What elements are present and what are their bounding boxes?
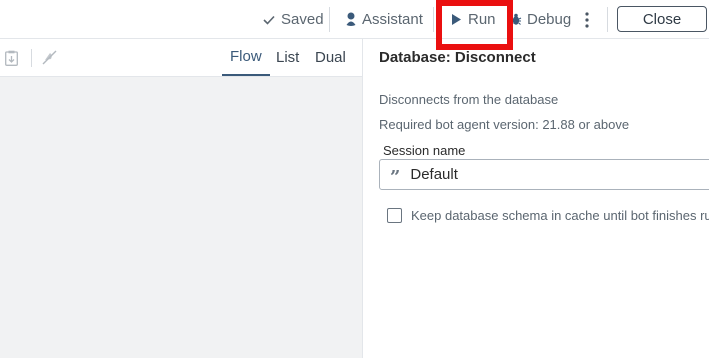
- disabled-feature-icon[interactable]: [42, 50, 57, 70]
- tab-dual[interactable]: Dual: [315, 39, 346, 76]
- tab-flow[interactable]: Flow: [222, 39, 270, 76]
- panel-title: Database: Disconnect: [379, 49, 536, 66]
- session-name-field[interactable]: ” Default: [379, 159, 709, 190]
- canvas-toolbar: Flow List Dual: [0, 39, 362, 77]
- bug-icon: [510, 13, 522, 26]
- cache-schema-option[interactable]: Keep database schema in cache until bot …: [387, 208, 709, 223]
- close-button[interactable]: Close: [617, 6, 707, 32]
- saved-status: Saved: [263, 0, 324, 39]
- canvas-toolbar-divider: [31, 49, 32, 67]
- check-icon: [263, 15, 275, 25]
- more-options-button[interactable]: [581, 0, 593, 39]
- assistant-label: Assistant: [362, 11, 423, 28]
- run-label: Run: [468, 11, 496, 28]
- session-name-label: Session name: [383, 143, 466, 158]
- debug-button[interactable]: Debug: [510, 0, 571, 39]
- cache-schema-label: Keep database schema in cache until bot …: [411, 208, 709, 223]
- top-toolbar: Saved Assistant Run Debug Close: [0, 0, 709, 39]
- session-name-value: Default: [410, 166, 458, 183]
- assistant-icon: [346, 12, 356, 28]
- toolbar-divider: [607, 7, 608, 32]
- play-icon: [452, 14, 461, 25]
- quote-icon: ”: [390, 166, 401, 188]
- toolbar-divider: [329, 7, 330, 32]
- clipboard-download-icon[interactable]: [5, 50, 18, 71]
- debug-label: Debug: [527, 11, 572, 28]
- toolbar-divider: [433, 7, 434, 32]
- assistant-button[interactable]: Assistant: [346, 0, 423, 39]
- more-vertical-icon: [585, 11, 589, 28]
- panel-divider: [362, 39, 363, 358]
- action-description: Disconnects from the database: [379, 92, 559, 107]
- saved-label: Saved: [281, 11, 324, 28]
- cache-schema-checkbox[interactable]: [387, 208, 402, 223]
- agent-version-note: Required bot agent version: 21.88 or abo…: [379, 117, 630, 132]
- tab-list[interactable]: List: [276, 39, 299, 76]
- run-button[interactable]: Run: [452, 0, 496, 39]
- flow-canvas[interactable]: [0, 77, 362, 358]
